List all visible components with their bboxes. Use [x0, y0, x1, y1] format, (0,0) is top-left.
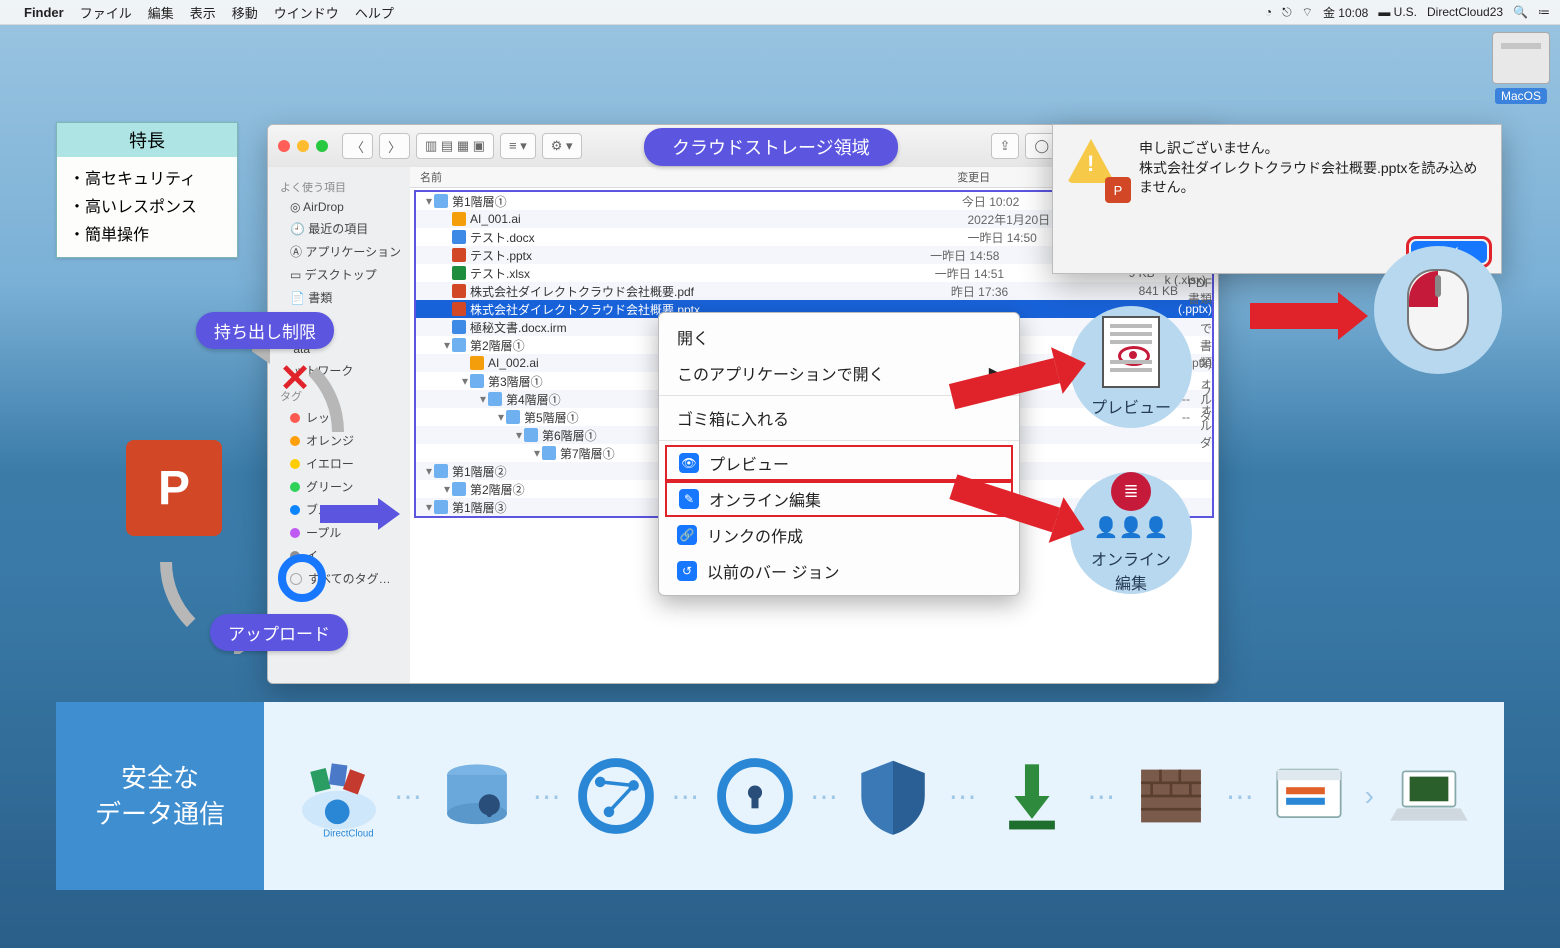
ctx-item[interactable]: 開く [659, 319, 1019, 355]
banner-browser-icon [1255, 742, 1363, 850]
svg-text:DirectCloud: DirectCloud [323, 828, 374, 839]
menubar-app[interactable]: Finder [24, 5, 64, 20]
status-bluetooth-icon[interactable]: ⎋ [1282, 5, 1292, 20]
desktop: Finder ファイル 編集 表示 移動 ウインドウ ヘルプ ◔ ⎋ ⌔ 金 1… [0, 0, 1560, 948]
menu-file[interactable]: ファイル [80, 3, 132, 22]
menu-window[interactable]: ウインドウ [274, 3, 339, 22]
powerpoint-icon: P [126, 440, 222, 536]
connector-icon: ⋯ [1226, 780, 1254, 813]
desktop-drive-icon[interactable]: MacOS [1492, 32, 1550, 103]
ctx-item[interactable]: 🔗リンクの作成 [659, 517, 1019, 553]
features-card: 特長 ・高セキュリティ ・高いレスポンス ・簡単操作 [56, 122, 238, 258]
secure-transfer-banner: 安全な データ通信 DirectCloud ⋯ ⋯ ⋯ ⋯ ⋯ ⋯ ⋯ › [56, 702, 1504, 890]
sidebar-recents[interactable]: 🕘 最近の項目 [268, 217, 410, 240]
sidebar-airdrop[interactable]: ◎ AirDrop [268, 197, 410, 217]
connector-icon: ⋯ [1087, 780, 1115, 813]
feature-item: ・高いレスポンス [69, 191, 225, 219]
online-edit-circle: ≣ 👤👤👤 オンライン編集 [1070, 472, 1192, 594]
banner-shield-icon [839, 742, 947, 850]
upload-arrow [320, 505, 400, 533]
allow-icon [278, 554, 326, 602]
share-button[interactable]: ⇪ [991, 133, 1020, 159]
banner-network-icon [562, 742, 670, 850]
cloud-label-pill: クラウドストレージ領域 [644, 128, 898, 166]
traffic-lights[interactable] [278, 140, 328, 152]
ctx-item[interactable]: ↺以前のバー ジョン [659, 553, 1019, 589]
connector-icon: ⋯ [949, 780, 977, 813]
mouse-circle [1374, 246, 1502, 374]
banner-firewall-icon [1117, 742, 1225, 850]
feature-item: ・簡単操作 [69, 219, 225, 247]
arrow-to-mouse [1250, 296, 1368, 336]
warning-icon: !P [1067, 139, 1127, 199]
export-restrict-pill: 持ち出し制限 [196, 312, 334, 349]
menu-go[interactable]: 移動 [232, 3, 258, 22]
menu-edit[interactable]: 編集 [148, 3, 174, 22]
status-user[interactable]: DirectCloud23 [1427, 5, 1503, 19]
action-button[interactable]: ⚙ ▾ [542, 133, 582, 159]
status-wifi-icon[interactable]: ⌔ [1302, 5, 1313, 20]
deny-icon: ✕ [278, 364, 312, 398]
features-title: 特長 [57, 123, 237, 157]
banner-lock-icon [701, 742, 809, 850]
view-group-button[interactable]: ≡ ▾ [500, 133, 536, 159]
banner-laptop-icon [1375, 742, 1483, 850]
sidebar-apps[interactable]: Ⓐ アプリケーション [268, 240, 410, 263]
context-menu: 開くこのアプリケーションで開く▶ゴミ箱に入れる👁プレビュー✎オンライン編集🔗リン… [658, 312, 1020, 596]
banner-download-icon [978, 742, 1086, 850]
sidebar-tag[interactable]: グリーン [268, 475, 410, 498]
status-input[interactable]: ▬ U.S. [1378, 5, 1417, 19]
connector-icon: ⋯ [394, 780, 422, 813]
menu-view[interactable]: 表示 [190, 3, 216, 22]
sidebar-tag[interactable]: オレンジ [268, 429, 410, 452]
status-list-icon[interactable]: ≔ [1538, 5, 1550, 19]
connector-icon: › [1365, 780, 1374, 812]
sidebar-desktop[interactable]: ▭ デスクトップ [268, 263, 410, 286]
menu-help[interactable]: ヘルプ [355, 3, 394, 22]
upload-pill: アップロード [210, 614, 348, 651]
file-row[interactable]: 株式会社ダイレクトクラウド会社概要.pdf昨日 17:36841 KBPDF書類 [416, 282, 1212, 300]
connector-icon: ⋯ [533, 780, 561, 813]
banner-title: 安全な データ通信 [56, 702, 264, 890]
connector-icon: ⋯ [810, 780, 838, 813]
sidebar-documents[interactable]: 📄 書類 [268, 286, 410, 309]
sidebar-fav-header: よく使う項目 [268, 173, 410, 197]
nav-fwd-button[interactable]: 〉 [379, 133, 410, 159]
menubar: Finder ファイル 編集 表示 移動 ウインドウ ヘルプ ◔ ⎋ ⌔ 金 1… [0, 0, 1560, 25]
nav-back-button[interactable]: 〈 [342, 133, 373, 159]
banner-cloud-icon: DirectCloud [285, 742, 393, 850]
status-clock[interactable]: 金 10:08 [1323, 4, 1368, 21]
sidebar-tag[interactable]: イエロー [268, 452, 410, 475]
feature-item: ・高セキュリティ [69, 163, 225, 191]
status-search-icon[interactable]: 🔍 [1513, 5, 1528, 19]
connector-icon: ⋯ [671, 780, 699, 813]
status-cloud-icon[interactable]: ◔ [1265, 5, 1272, 19]
preview-circle: プレビュー [1070, 306, 1192, 428]
view-icons-button[interactable]: ▥ ▤ ▦ ▣ [416, 133, 494, 159]
banner-db-icon [423, 742, 531, 850]
